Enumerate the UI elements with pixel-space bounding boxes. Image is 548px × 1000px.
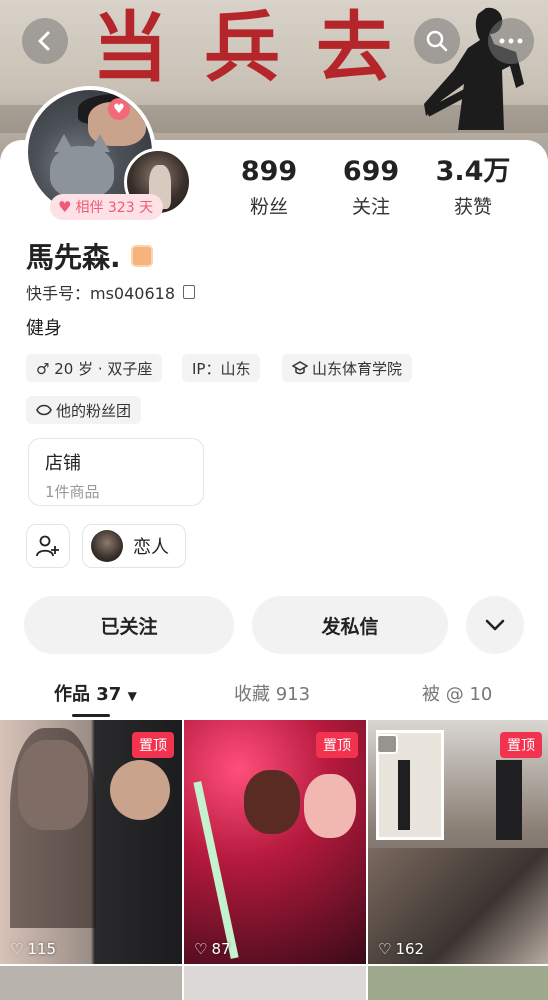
image-icon <box>376 734 398 754</box>
expand-button[interactable] <box>466 596 524 654</box>
pinned-badge: 置顶 <box>316 732 358 758</box>
chevron-left-icon <box>38 31 50 51</box>
caret-down-icon: ▼ <box>127 689 137 703</box>
shop-title: 店铺 <box>45 453 81 474</box>
post-thumbnail[interactable] <box>0 966 182 1000</box>
likes-count: ♡ 162 <box>378 940 424 958</box>
stat-value: 899 <box>240 156 298 187</box>
lover-label: 恋人 <box>133 537 169 558</box>
chevron-down-icon <box>485 619 505 631</box>
tag-ip: IP：山东 <box>182 354 261 382</box>
post-thumbnail[interactable] <box>184 966 366 1000</box>
post-subject2 <box>304 774 356 838</box>
tag-age-text: ♂ 20 岁 · 双子座 <box>36 359 153 378</box>
stat-value: 3.4万 <box>435 156 511 187</box>
post-figure <box>398 760 410 830</box>
likes-value: 87 <box>211 940 231 958</box>
heart-icon: ♥ <box>108 98 130 120</box>
copy-icon[interactable] <box>183 281 202 299</box>
heart-outline-icon: ♡ <box>10 940 24 958</box>
likes-count: ♡ 87 <box>194 940 231 958</box>
post-thumbnail[interactable]: 置顶 ♡ 162 <box>368 720 548 964</box>
profile-bio: 健身 <box>26 318 62 339</box>
back-button[interactable] <box>22 18 68 64</box>
stat-label: 获赞 <box>453 196 492 218</box>
stat-fans[interactable]: 899 粉丝 <box>214 156 324 219</box>
post-thumbnail[interactable] <box>368 966 548 1000</box>
search-button[interactable] <box>414 18 460 64</box>
followed-button[interactable]: 已关注 <box>24 596 234 654</box>
tag-ip-text: IP：山东 <box>192 359 251 378</box>
search-icon <box>426 30 448 52</box>
post-subject <box>244 770 300 834</box>
tab-favorites[interactable]: 收藏 913 <box>234 680 310 706</box>
companion-text: 相伴 323 天 <box>75 200 154 216</box>
likes-count: ♡ 115 <box>10 940 56 958</box>
message-button[interactable]: 发私信 <box>252 596 448 654</box>
shop-card[interactable]: 店铺 1件商品 <box>28 438 204 506</box>
add-user-icon <box>36 535 59 557</box>
shop-subtitle: 1件商品 <box>45 483 100 501</box>
name-row: 馬先森. <box>26 236 153 276</box>
tag-school[interactable]: 山东体育学院 <box>282 354 413 382</box>
pinned-badge: 置顶 <box>132 732 174 758</box>
graduation-cap-icon <box>292 361 308 375</box>
more-button[interactable] <box>488 18 534 64</box>
lover-avatar <box>91 530 123 562</box>
post-thumbnail[interactable]: 置顶 ♡ 87 <box>184 720 366 964</box>
tab-mentions[interactable]: 被 @ 10 <box>422 680 492 706</box>
stat-following[interactable]: 699 关注 <box>316 156 426 219</box>
companion-badge: ♥ 相伴 323 天 <box>50 194 164 220</box>
post-subject2 <box>110 760 170 820</box>
stat-label: 关注 <box>351 196 390 218</box>
content-tabs: 作品 37 ▼ 收藏 913 被 @ 10 <box>0 676 548 717</box>
heart-icon: ♥ <box>58 198 72 216</box>
level-badge-icon[interactable] <box>130 245 153 267</box>
likes-value: 115 <box>27 940 57 958</box>
kuaishou-id: 快手号：ms040618 <box>26 284 176 303</box>
post-thumbnail[interactable]: 置顶 ♡ 115 <box>0 720 182 964</box>
fan-group-tag[interactable]: 他的粉丝团 <box>26 396 142 424</box>
post-hair <box>10 728 96 928</box>
kuaishou-id-row[interactable]: 快手号：ms040618 <box>26 280 202 304</box>
stat-label: 粉丝 <box>249 196 288 218</box>
fan-group-text: 他的粉丝团 <box>56 401 132 420</box>
tab-works[interactable]: 作品 37 ▼ <box>54 680 137 706</box>
glow-stick <box>193 781 239 959</box>
profile-name: 馬先森. <box>26 241 121 274</box>
avatar-cat <box>50 134 114 198</box>
heart-outline-icon: ♡ <box>378 940 392 958</box>
fan-group-icon <box>36 404 52 416</box>
heart-outline-icon: ♡ <box>194 940 208 958</box>
more-icon <box>499 38 523 44</box>
add-friend-button[interactable] <box>26 524 70 568</box>
pinned-badge: 置顶 <box>500 732 542 758</box>
tab-underline <box>72 714 110 717</box>
tab-works-label: 作品 37 <box>54 684 122 705</box>
likes-value: 162 <box>395 940 425 958</box>
tag-school-text: 山东体育学院 <box>312 359 403 378</box>
tag-age: ♂ 20 岁 · 双子座 <box>26 354 163 382</box>
stat-value: 699 <box>342 156 400 187</box>
lover-button[interactable]: 恋人 <box>82 524 186 568</box>
post-figure <box>496 760 522 840</box>
banner-text: 当兵去 <box>92 3 428 92</box>
stat-likes[interactable]: 3.4万 获赞 <box>418 156 528 219</box>
